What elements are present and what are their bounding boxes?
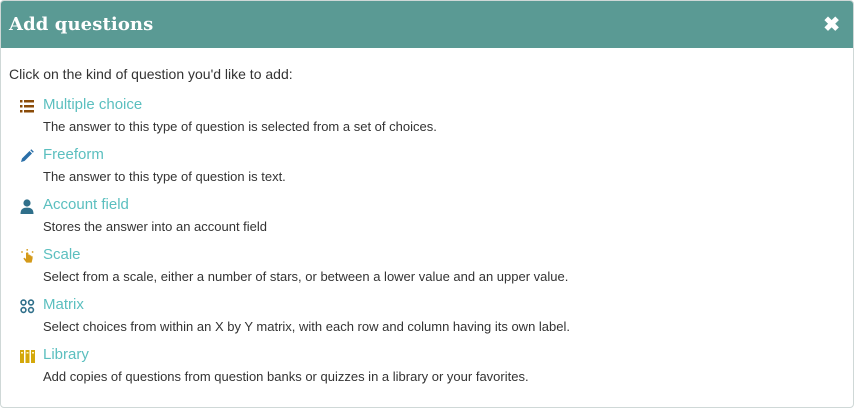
question-type-list: Multiple choice The answer to this type … bbox=[9, 96, 845, 396]
dialog-title: Add questions bbox=[9, 14, 154, 35]
question-type-description: Add copies of questions from question ba… bbox=[43, 369, 529, 384]
question-type-title[interactable]: Scale bbox=[43, 246, 568, 264]
list-icon bbox=[19, 98, 35, 114]
question-type-freeform[interactable]: Freeform The answer to this type of ques… bbox=[19, 146, 845, 196]
add-questions-dialog: Add questions ✖ Click on the kind of que… bbox=[0, 0, 854, 408]
question-type-description: The answer to this type of question is t… bbox=[43, 169, 286, 184]
scale-icon bbox=[19, 248, 35, 264]
question-type-account-field[interactable]: Account field Stores the answer into an … bbox=[19, 196, 845, 246]
library-icon bbox=[19, 348, 35, 364]
question-type-multiple-choice[interactable]: Multiple choice The answer to this type … bbox=[19, 96, 845, 146]
question-type-matrix[interactable]: Matrix Select choices from within an X b… bbox=[19, 296, 845, 346]
dialog-header: Add questions ✖ bbox=[1, 1, 853, 48]
question-type-description: The answer to this type of question is s… bbox=[43, 119, 437, 134]
question-type-library[interactable]: Library Add copies of questions from que… bbox=[19, 346, 845, 396]
question-type-scale[interactable]: Scale Select from a scale, either a numb… bbox=[19, 246, 845, 296]
question-type-description: Select choices from within an X by Y mat… bbox=[43, 319, 570, 334]
question-type-title[interactable]: Account field bbox=[43, 196, 267, 214]
matrix-icon bbox=[19, 298, 35, 314]
question-type-title[interactable]: Freeform bbox=[43, 146, 286, 164]
question-type-description: Stores the answer into an account field bbox=[43, 219, 268, 234]
question-type-description: Select from a scale, either a number of … bbox=[43, 269, 569, 284]
pencil-icon bbox=[19, 148, 35, 164]
intro-text: Click on the kind of question you'd like… bbox=[9, 66, 293, 82]
dialog-body: Click on the kind of question you'd like… bbox=[1, 48, 853, 396]
question-type-title[interactable]: Matrix bbox=[43, 296, 570, 314]
question-type-title[interactable]: Multiple choice bbox=[43, 96, 437, 114]
close-icon[interactable]: ✖ bbox=[819, 13, 844, 37]
question-type-title[interactable]: Library bbox=[43, 346, 529, 364]
user-icon bbox=[19, 198, 35, 214]
